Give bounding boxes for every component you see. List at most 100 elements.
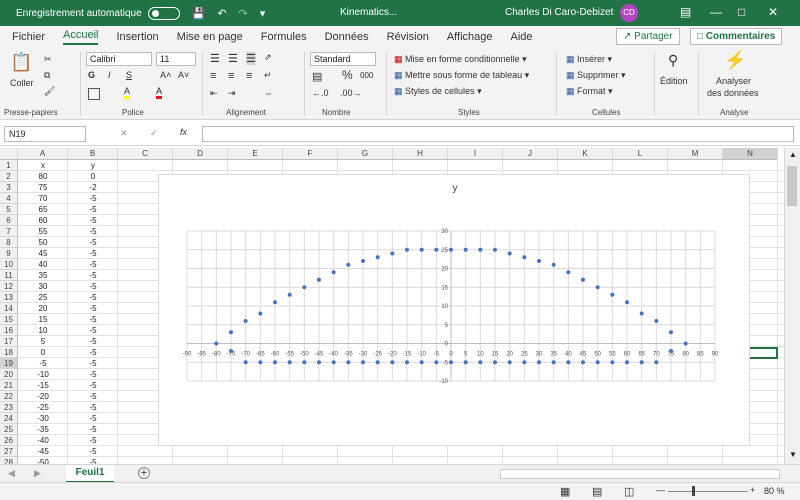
bold-button[interactable]: G [88,70,95,80]
merge-cells-icon[interactable]: ⇔ [264,88,273,98]
cell-b22[interactable]: -5 [68,391,118,402]
cell-a19[interactable]: -5 [18,358,68,369]
align-middle-icon[interactable]: ☰ [228,52,238,65]
cell-a2[interactable]: 80 [18,171,68,182]
scatter-chart[interactable]: y -90 -85 -80 -75 -70 -65 -60 -55 -50 -45 -40 -35 -30… [158,174,750,446]
cell-a5[interactable]: 65 [18,204,68,215]
zoom-level[interactable]: 80 % [764,486,785,496]
cell-a15[interactable]: 15 [18,314,68,325]
column-header-n[interactable]: N [723,148,778,160]
shrink-font-icon[interactable]: A˅ [178,70,189,80]
next-sheet-icon[interactable]: ▶ [34,468,41,479]
cell-b21[interactable]: -5 [68,380,118,391]
column-header-k[interactable]: K [558,148,613,160]
zoom-slider-thumb[interactable] [692,486,695,496]
decrease-indent-icon[interactable]: ⇤ [210,88,218,99]
tab-affichage[interactable]: Affichage [447,31,493,43]
add-sheet-icon[interactable]: + [138,467,150,479]
cell-a20[interactable]: -10 [18,369,68,380]
conditional-format-button[interactable]: ▦ Mise en forme conditionnelle ▾ [394,54,527,65]
wrap-text-icon[interactable]: ↵ [264,70,272,81]
cell-a10[interactable]: 40 [18,259,68,270]
row-header[interactable]: 20 [0,369,18,380]
worksheet-grid[interactable]: ABCDEFGHIJKLMN 1 x y 2 80 0 3 75 -2 4 70 -5 5 65 -5 6 60… [0,148,800,464]
sheet-tab-feuil1[interactable]: Feuil1 [66,465,114,483]
row-header[interactable]: 4 [0,193,18,204]
increase-indent-icon[interactable]: ⇥ [228,88,236,99]
fill-color-button[interactable]: A [124,86,131,99]
column-header-a[interactable]: A [18,148,68,160]
column-header-c[interactable]: C [118,148,173,160]
align-right-icon[interactable]: ≡ [246,70,252,82]
zoom-slider[interactable] [668,491,748,492]
maximize-icon[interactable]: □ [738,5,745,19]
scroll-thumb[interactable] [787,166,797,206]
cell-a13[interactable]: 25 [18,292,68,303]
format-as-table-button[interactable]: ▦ Mettre sous forme de tableau ▾ [394,70,529,81]
cell-b19[interactable]: -5 [68,358,118,369]
font-size-select[interactable]: 11 [156,52,196,66]
cell-a25[interactable]: -35 [18,424,68,435]
redo-icon[interactable]: ↷ [239,7,248,20]
decrease-decimal-icon[interactable]: .00→ [340,88,362,98]
paste-icon[interactable]: 📋 [10,52,32,73]
column-header-e[interactable]: E [228,148,283,160]
cell-b9[interactable]: -5 [68,248,118,259]
row-header[interactable]: 9 [0,248,18,259]
align-center-icon[interactable]: ≡ [228,70,234,82]
row-header[interactable]: 17 [0,336,18,347]
row-header[interactable]: 14 [0,303,18,314]
row-header[interactable]: 12 [0,281,18,292]
close-icon[interactable]: ✕ [768,5,778,19]
font-name-select[interactable]: Calibri [86,52,152,66]
row-header[interactable]: 8 [0,237,18,248]
row-header[interactable]: 7 [0,226,18,237]
cell-b8[interactable]: -5 [68,237,118,248]
cell-b12[interactable]: -5 [68,281,118,292]
cell-b15[interactable]: -5 [68,314,118,325]
cell-a6[interactable]: 60 [18,215,68,226]
cell-a27[interactable]: -45 [18,446,68,457]
cell-b20[interactable]: -5 [68,369,118,380]
cell-a28[interactable]: -50 [18,457,68,464]
column-header-h[interactable]: H [393,148,448,160]
currency-icon[interactable]: ▤ [312,70,322,83]
comments-button[interactable]: □ Commentaires [690,28,783,45]
cell-b17[interactable]: -5 [68,336,118,347]
scroll-up-icon[interactable]: ▲ [789,150,797,159]
cell-a22[interactable]: -20 [18,391,68,402]
tab-revision[interactable]: Révision [387,31,429,43]
customize-toolbar-icon[interactable]: ▾ [260,7,266,20]
tab-insertion[interactable]: Insertion [116,31,158,43]
row-header[interactable]: 25 [0,424,18,435]
page-layout-icon[interactable]: ▤ [592,485,602,498]
cell-b25[interactable]: -5 [68,424,118,435]
cell-a14[interactable]: 20 [18,303,68,314]
cell-b4[interactable]: -5 [68,193,118,204]
cell-b13[interactable]: -5 [68,292,118,303]
cell-a4[interactable]: 70 [18,193,68,204]
format-painter-icon[interactable]: 🖌 [44,86,55,97]
cell-b7[interactable]: -5 [68,226,118,237]
cell-b14[interactable]: -5 [68,303,118,314]
number-format-select[interactable]: Standard [310,52,376,66]
cell-b28[interactable]: -5 [68,457,118,464]
ribbon-display-icon[interactable]: ▤ [680,5,691,19]
row-header[interactable]: 11 [0,270,18,281]
cell-b26[interactable]: -5 [68,435,118,446]
row-header[interactable]: 22 [0,391,18,402]
cell-b24[interactable]: -5 [68,413,118,424]
user-name[interactable]: Charles Di Caro-Debizet [505,7,613,18]
cancel-icon[interactable]: ✕ [120,128,128,139]
cell-b10[interactable]: -5 [68,259,118,270]
row-header[interactable]: 23 [0,402,18,413]
borders-icon[interactable] [88,88,100,100]
percent-button[interactable]: % [342,68,353,82]
tab-fichier[interactable]: Fichier [12,31,45,43]
cell-b16[interactable]: -5 [68,325,118,336]
row-header[interactable]: 26 [0,435,18,446]
insert-function-button[interactable]: fx [180,127,187,137]
cell-b23[interactable]: -5 [68,402,118,413]
cell-a23[interactable]: -25 [18,402,68,413]
document-title[interactable]: Kinematics... [340,7,397,18]
